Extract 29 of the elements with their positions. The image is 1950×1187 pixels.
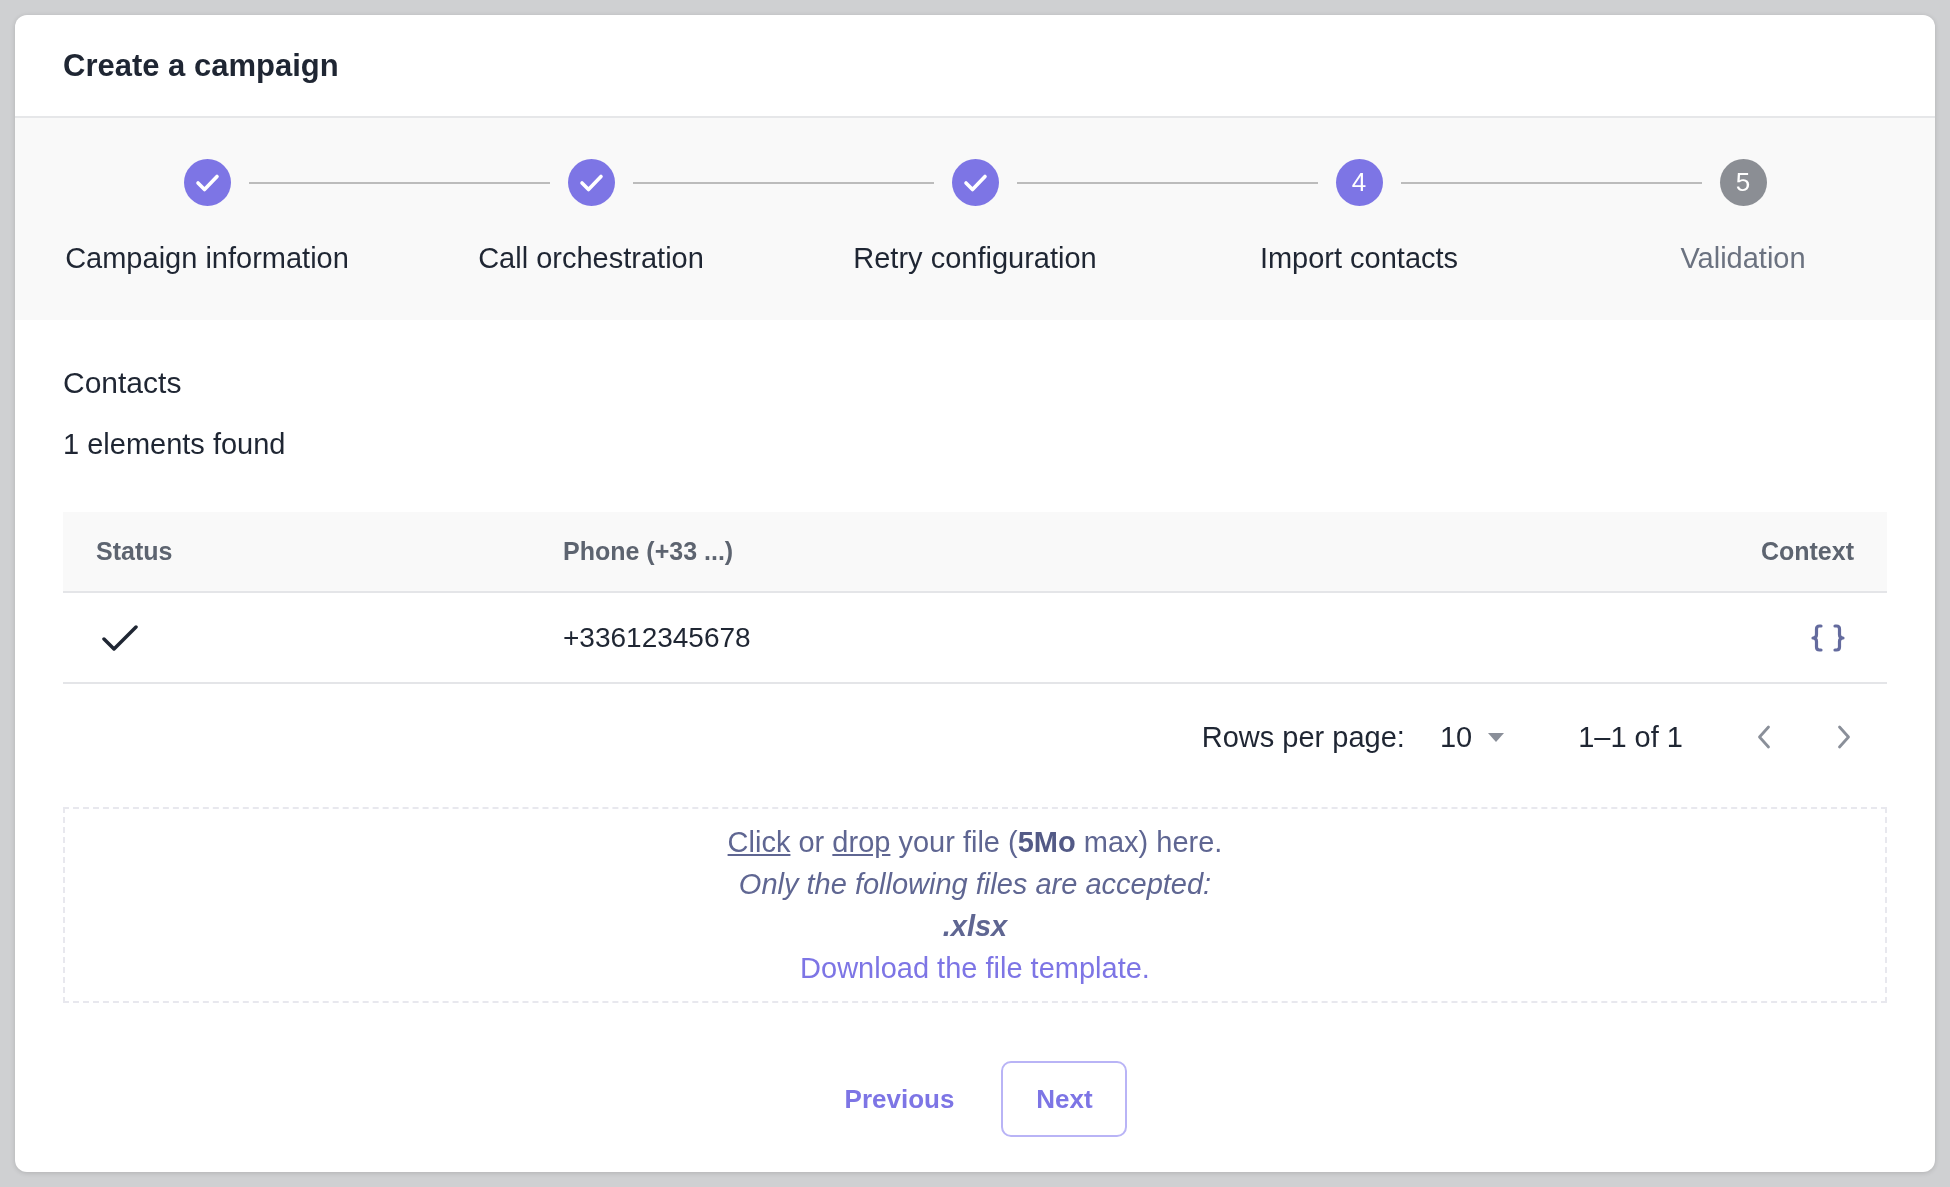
chevron-left-icon[interactable] — [1757, 725, 1771, 749]
chevron-right-icon[interactable] — [1837, 725, 1851, 749]
file-type: .xlsx — [942, 909, 1008, 944]
step-number: 4 — [1335, 159, 1383, 206]
column-header: Status — [63, 512, 563, 593]
next-button[interactable]: Next — [1001, 1061, 1128, 1137]
braces-icon[interactable] — [1811, 623, 1845, 652]
upload-link[interactable]: drop — [832, 826, 891, 858]
step-label: Campaign information — [65, 241, 349, 275]
column-header: Phone (+33 ...) — [563, 512, 1761, 593]
results-count: 1 elements found — [63, 427, 286, 462]
column-header: Context — [1760, 512, 1887, 593]
step-label: Retry configuration — [853, 241, 1097, 275]
caret-icon — [1488, 732, 1505, 742]
step-number: 5 — [1719, 159, 1767, 206]
file-dropzone[interactable]: Click or drop your file (5Mo max) here. Only the following files are accepted: .xlsx Download the file template. — [63, 807, 1887, 1003]
rows-per-page-label: Rows per page: — [1201, 720, 1405, 754]
rows-per-page-select[interactable]: 10 — [1439, 720, 1505, 754]
table-cell: +33612345678 — [563, 621, 751, 654]
accepted-files-label: Only the following files are accepted: — [738, 867, 1212, 902]
dialog-title: Create a campaign — [63, 47, 339, 84]
upload-prompt: Click or drop your file (5Mo max) here. — [727, 825, 1223, 860]
step-label: Validation — [1680, 241, 1806, 275]
template-link[interactable]: Download the file template. — [800, 947, 1150, 989]
step-label: Import contacts — [1259, 241, 1459, 275]
upload-link[interactable]: Click — [727, 826, 791, 858]
step-label: Call orchestration — [478, 241, 704, 275]
section-heading: Contacts — [63, 365, 182, 401]
page-range: 1–1 of 1 — [1578, 720, 1683, 754]
